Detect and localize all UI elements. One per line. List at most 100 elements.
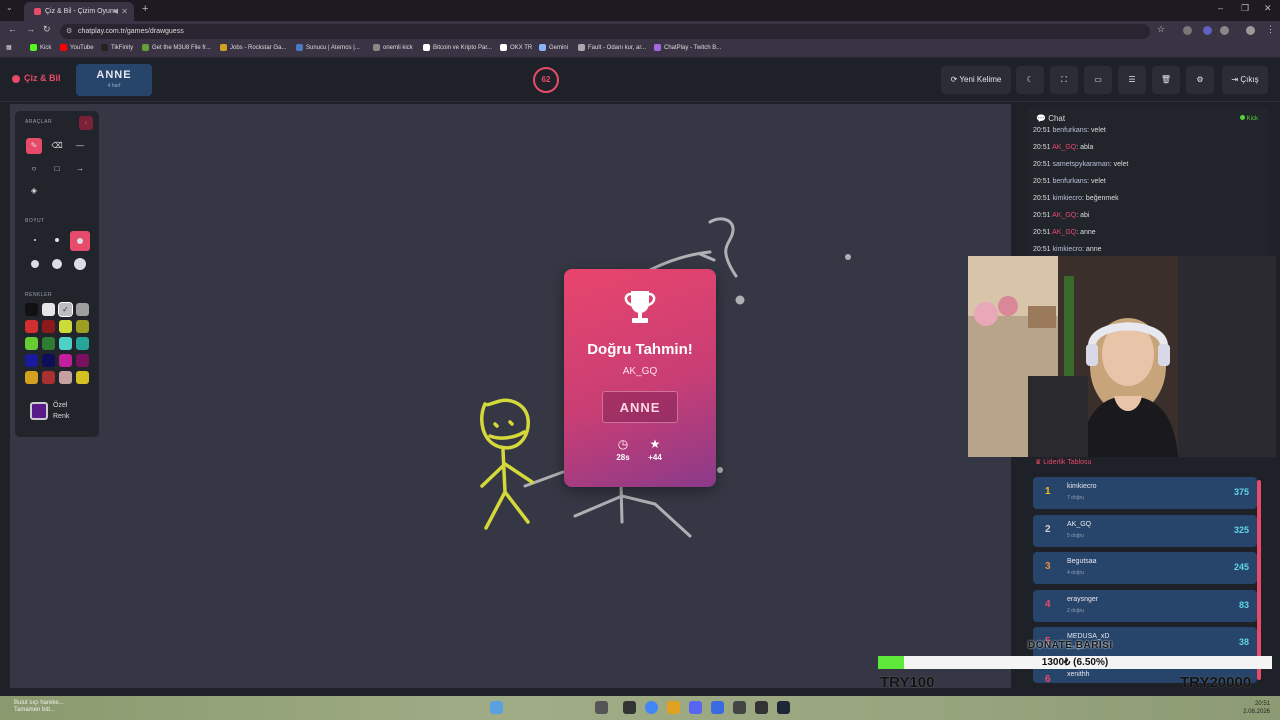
color-swatch[interactable] xyxy=(76,354,89,367)
rectangle-tool[interactable]: □ xyxy=(49,161,65,177)
new-tab-icon[interactable]: + xyxy=(142,3,148,15)
bookmark-item[interactable]: Jobs - Rockstar Ga... xyxy=(220,44,286,51)
bookmark-item[interactable]: Kick xyxy=(30,44,51,51)
color-swatch[interactable] xyxy=(59,354,72,367)
tab-search-icon[interactable]: ⌄ xyxy=(6,3,13,12)
tab-audio-icon[interactable]: ◀ xyxy=(113,2,118,21)
theme-toggle-button[interactable]: ☾ xyxy=(1016,66,1044,94)
color-swatch[interactable] xyxy=(76,371,89,384)
collapse-panel-button[interactable]: ‹ xyxy=(79,116,93,130)
color-swatch[interactable] xyxy=(59,371,72,384)
brand-logo[interactable]: Çiz & Bil xyxy=(12,73,61,83)
color-swatch[interactable] xyxy=(76,337,89,350)
settings-button[interactable]: ⚙ xyxy=(1186,66,1214,94)
color-swatch[interactable] xyxy=(25,354,38,367)
color-swatch[interactable] xyxy=(42,337,55,350)
browser-menu-icon[interactable]: ⋮ xyxy=(1266,24,1275,35)
color-swatch[interactable] xyxy=(42,320,55,333)
apps-icon[interactable]: ▦ xyxy=(6,44,12,51)
color-swatch[interactable] xyxy=(76,303,89,316)
color-swatch[interactable] xyxy=(59,320,72,333)
chat-username[interactable]: kimkiecro xyxy=(1052,195,1082,202)
leaderboard-scrollbar[interactable] xyxy=(1257,480,1261,680)
trophy-icon xyxy=(624,291,656,323)
panel-button[interactable]: ☰ xyxy=(1118,66,1146,94)
bookmark-item[interactable]: onemli kick xyxy=(373,44,413,51)
color-swatch[interactable]: ✓ xyxy=(58,302,73,317)
taskbar-app-icon[interactable] xyxy=(623,701,636,714)
color-swatch[interactable] xyxy=(25,320,38,333)
bookmark-item[interactable]: Gemini xyxy=(539,44,568,51)
fill-tool[interactable]: ◈ xyxy=(26,183,42,199)
color-swatch[interactable] xyxy=(59,337,72,350)
chat-username[interactable]: benfurkans xyxy=(1052,178,1087,185)
extension-icon[interactable] xyxy=(1203,26,1212,35)
forward-icon[interactable]: → xyxy=(26,24,35,34)
weather-widget[interactable]: Bulut sıçı hareke... Tamamen bitt... xyxy=(14,700,64,714)
bookmark-item[interactable]: OKX TR xyxy=(500,44,532,51)
windows-start-icon[interactable] xyxy=(490,701,503,714)
color-swatch[interactable] xyxy=(42,303,55,316)
browser-tab[interactable]: Çiz & Bil - Çizim Oyunu ◀ ✕ xyxy=(24,2,134,21)
color-swatch[interactable] xyxy=(42,354,55,367)
clear-canvas-button[interactable]: 🗑 xyxy=(1152,66,1180,94)
bookmark-item[interactable]: Fault - Odanı kur, ar... xyxy=(578,44,646,51)
chat-username[interactable]: benfurkans xyxy=(1052,127,1087,134)
site-info-icon[interactable]: ⚙ xyxy=(66,24,72,39)
bookmark-star-icon[interactable]: ☆ xyxy=(1157,24,1165,35)
color-swatch[interactable] xyxy=(76,320,89,333)
size-option[interactable] xyxy=(52,259,62,269)
arrow-tool[interactable]: → xyxy=(72,161,88,177)
chat-username[interactable]: AK_GQ xyxy=(1052,144,1076,151)
circle-icon: ○ xyxy=(31,164,37,173)
bookmark-item[interactable]: ChatPlay - Twitch B... xyxy=(654,44,721,51)
extension-icon[interactable] xyxy=(1183,26,1192,35)
bookmark-item[interactable]: Sunucu | Aternos |... xyxy=(296,44,360,51)
color-swatch[interactable] xyxy=(25,303,38,316)
size-option[interactable] xyxy=(31,260,39,268)
taskbar-app-icon[interactable] xyxy=(711,701,724,714)
minimize-icon[interactable]: – xyxy=(1218,3,1223,13)
file-explorer-icon[interactable] xyxy=(667,701,680,714)
colors-section-title: RENKLER xyxy=(25,292,53,298)
tab-close-icon[interactable]: ✕ xyxy=(121,2,128,21)
steam-icon[interactable] xyxy=(777,701,790,714)
maximize-icon[interactable]: ❐ xyxy=(1241,3,1249,14)
taskbar-app-icon[interactable] xyxy=(595,701,608,714)
chrome-icon[interactable] xyxy=(645,701,658,714)
discord-icon[interactable] xyxy=(689,701,702,714)
size-option-selected[interactable] xyxy=(70,231,90,251)
display-button[interactable]: ▭ xyxy=(1084,66,1112,94)
fullscreen-button[interactable]: ⛶ xyxy=(1050,66,1078,94)
bookmark-item[interactable]: YouTube xyxy=(60,44,94,51)
size-option[interactable] xyxy=(55,238,59,242)
chat-username[interactable]: sametspykaraman xyxy=(1052,161,1109,168)
color-swatch[interactable] xyxy=(25,337,38,350)
eraser-tool[interactable]: ⌫ xyxy=(49,138,65,154)
circle-tool[interactable]: ○ xyxy=(26,161,42,177)
chat-username[interactable]: kimkiecro xyxy=(1052,246,1082,253)
color-swatch[interactable] xyxy=(42,371,55,384)
taskbar-app-icon[interactable] xyxy=(733,701,746,714)
bookmark-item[interactable]: Get the M3U8 File fr... xyxy=(142,44,211,51)
bookmark-item[interactable]: Bitcoin ve Kripto Par... xyxy=(423,44,492,51)
back-icon[interactable]: ← xyxy=(8,24,17,34)
line-tool[interactable]: — xyxy=(72,138,88,154)
obs-icon[interactable] xyxy=(755,701,768,714)
profile-avatar[interactable] xyxy=(1246,26,1255,35)
bookmark-item[interactable]: TikFinity xyxy=(101,44,133,51)
new-word-button[interactable]: ⟳ Yeni Kelime xyxy=(941,66,1011,94)
system-clock[interactable]: 20:51 2.08.2026 xyxy=(1243,700,1270,716)
color-swatch[interactable] xyxy=(25,371,38,384)
chat-username[interactable]: AK_GQ xyxy=(1052,229,1076,236)
exit-button[interactable]: ⇥ Çıkış xyxy=(1222,66,1268,94)
window-close-icon[interactable]: ✕ xyxy=(1264,3,1272,14)
size-option[interactable] xyxy=(34,239,36,241)
chat-username[interactable]: AK_GQ xyxy=(1052,212,1076,219)
size-option[interactable] xyxy=(74,258,86,270)
pencil-tool[interactable]: ✎ xyxy=(26,138,42,154)
extensions-puzzle-icon[interactable] xyxy=(1220,26,1229,35)
url-field[interactable]: ⚙ chatplay.com.tr/games/drawguess xyxy=(60,24,1150,39)
custom-color-picker[interactable] xyxy=(30,402,48,420)
reload-icon[interactable]: ↻ xyxy=(43,24,51,35)
